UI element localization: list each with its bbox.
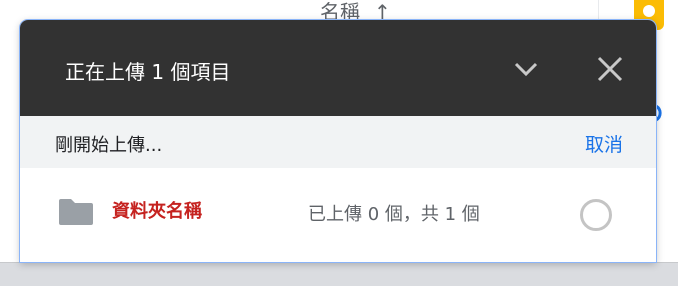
progress-spinner-icon [580, 199, 612, 231]
upload-list-item[interactable]: 資料夾名稱 已上傳 0 個，共 1 個 [20, 168, 656, 262]
upload-item-name: 資料夾名稱 [112, 201, 202, 222]
cancel-upload-button[interactable]: 取消 [585, 130, 623, 157]
upload-status-text: 剛開始上傳... [55, 135, 163, 156]
upload-item-progress: 已上傳 0 個，共 1 個 [308, 204, 480, 225]
close-icon[interactable] [594, 53, 626, 85]
bottom-bar [0, 262, 678, 286]
upload-status-row: 剛開始上傳... 取消 [20, 116, 656, 168]
chevron-down-icon[interactable] [510, 53, 542, 85]
upload-panel-header: 正在上傳 1 個項目 [20, 20, 656, 116]
upload-panel: 正在上傳 1 個項目 剛開始上傳... 取消 資料夾名稱 已上傳 0 個，共 1… [20, 20, 656, 262]
folder-icon [59, 199, 93, 225]
upload-panel-title: 正在上傳 1 個項目 [65, 60, 231, 84]
